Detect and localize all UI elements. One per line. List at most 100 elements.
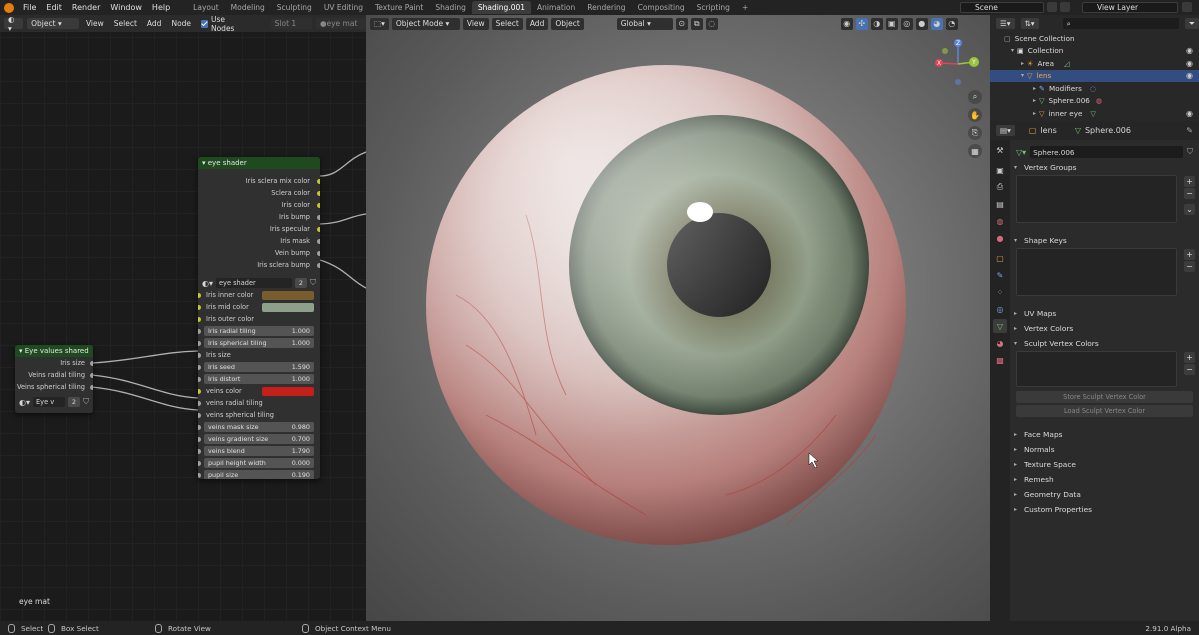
panel-normals[interactable]: ▸ Normals [1010, 442, 1199, 457]
panel-face-maps[interactable]: ▸ Face Maps [1010, 427, 1199, 442]
outliner-row-modifiers[interactable]: ▸ ✎ Modifiers ◌ [990, 82, 1199, 95]
number-field[interactable]: pupil height width 0.000 [204, 458, 314, 468]
solid-shading-icon[interactable]: ● [915, 17, 928, 30]
socket-icon[interactable] [90, 360, 93, 366]
socket-icon[interactable] [198, 424, 201, 430]
panel-remesh[interactable]: ▸ Remesh [1010, 472, 1199, 487]
xray-icon[interactable]: ▣ [885, 17, 898, 30]
material-tab-icon[interactable]: ◕ [993, 336, 1007, 350]
socket-icon[interactable] [198, 292, 201, 298]
number-field[interactable]: Iris seed 1.590 [204, 362, 314, 372]
socket-icon[interactable] [198, 412, 201, 418]
expand-icon[interactable]: ▸ [1030, 97, 1039, 104]
camera-view-icon[interactable]: ⎘ [968, 126, 982, 140]
socket-icon[interactable] [198, 400, 201, 406]
editor-type-button[interactable]: ⬚▾ [370, 17, 389, 30]
wireframe-shading-icon[interactable]: ◎ [900, 17, 913, 30]
number-field[interactable]: Iris spherical tiling 1.000 [204, 338, 314, 348]
socket-icon[interactable] [317, 226, 320, 232]
panel-texture-space[interactable]: ▸ Texture Space [1010, 457, 1199, 472]
socket-icon[interactable] [317, 190, 320, 196]
tab-scripting[interactable]: Scripting [691, 1, 736, 14]
rendered-shading-icon[interactable]: ◔ [945, 17, 958, 30]
gizmo-neg-z[interactable] [955, 79, 961, 85]
scene-tab-icon[interactable]: ◍ [993, 214, 1007, 228]
socket-icon[interactable] [317, 202, 320, 208]
store-sculpt-vertex-color-button[interactable]: Store Sculpt Vertex Color [1016, 391, 1193, 403]
panel-custom-properties[interactable]: ▸ Custom Properties [1010, 502, 1199, 517]
fake-user-icon[interactable]: ⛉ [310, 278, 316, 288]
visibility-icon[interactable]: ◉ [840, 17, 853, 30]
vp-view-menu[interactable]: View [462, 17, 489, 30]
remove-icon[interactable]: − [1184, 261, 1195, 272]
socket-icon[interactable] [317, 178, 320, 184]
number-field[interactable]: pupil size 0.190 [204, 470, 314, 479]
users-count-badge[interactable]: 2 [295, 278, 307, 288]
vp-add-menu[interactable]: Add [525, 17, 549, 30]
socket-icon[interactable] [198, 328, 201, 334]
texture-tab-icon[interactable]: ▩ [993, 353, 1007, 367]
node-tree-icon[interactable]: ◐▾ [19, 398, 30, 407]
socket-icon[interactable] [198, 436, 201, 442]
tab-animation[interactable]: Animation [531, 1, 581, 14]
socket-icon[interactable] [198, 448, 201, 454]
socket-icon[interactable] [90, 384, 93, 390]
eye-icon[interactable]: ◉ [1186, 59, 1193, 68]
gizmo-icon[interactable]: ✣ [855, 17, 868, 30]
sculpt-vertex-colors-list[interactable]: + − [1016, 351, 1195, 387]
output-tab-icon[interactable]: ⎙ [993, 180, 1007, 194]
view-layer-tab-icon[interactable]: ▤ [993, 197, 1007, 211]
physics-tab-icon[interactable]: ◎ [993, 302, 1007, 316]
new-scene-icon[interactable] [1047, 2, 1057, 12]
socket-icon[interactable] [317, 250, 320, 256]
node-group-name-field[interactable]: Eye v [33, 397, 65, 407]
outliner-display-mode[interactable]: ⇅▾ [1020, 18, 1039, 29]
add-icon[interactable]: + [1184, 352, 1195, 363]
tool-tab-icon[interactable]: ⚒ [993, 143, 1007, 157]
scene-selector[interactable]: Scene [960, 2, 1044, 13]
socket-icon[interactable] [317, 214, 320, 220]
eye-icon[interactable]: ◉ [1186, 46, 1193, 55]
new-view-layer-icon[interactable] [1182, 2, 1192, 12]
outliner-editor-type[interactable]: ☰▾ [996, 18, 1015, 29]
socket-icon[interactable] [198, 340, 201, 346]
eye-icon[interactable]: ◉ [1186, 71, 1193, 80]
number-field[interactable]: veins gradient size 0.700 [204, 434, 314, 444]
socket-icon[interactable] [198, 304, 201, 310]
tab-rendering[interactable]: Rendering [581, 1, 631, 14]
number-field[interactable]: veins mask size 0.980 [204, 422, 314, 432]
outliner-search-input[interactable]: ⌕ [1062, 18, 1179, 29]
outliner-row-inner-eye[interactable]: ▸ ▽ inner eye ▽ ◉ [990, 107, 1199, 120]
socket-icon[interactable] [198, 316, 201, 322]
mesh-data-icon[interactable]: ▽▾ [1016, 148, 1026, 157]
remove-icon[interactable]: − [1184, 364, 1195, 375]
gizmo-neg-y[interactable] [942, 48, 948, 54]
eye-icon[interactable]: ◉ [1186, 109, 1193, 118]
overlay-icon[interactable]: ◑ [870, 17, 883, 30]
mesh-data-tab-icon[interactable]: ▽ [993, 319, 1007, 333]
add-icon[interactable]: + [1184, 176, 1195, 187]
proportional-edit-icon[interactable]: ◌ [705, 17, 718, 30]
filter-icon[interactable]: ⏷ [1185, 18, 1199, 29]
mode-select[interactable]: Object Mode ▾ [391, 17, 460, 30]
panel-vertex-colors[interactable]: ▸ Vertex Colors [1010, 321, 1199, 336]
panel-sculpt-vertex-colors[interactable]: ▾ Sculpt Vertex Colors [1010, 336, 1199, 351]
perspective-grid-icon[interactable]: ▦ [968, 144, 982, 158]
delete-scene-icon[interactable] [1060, 2, 1070, 12]
color-swatch[interactable] [262, 386, 314, 396]
panel-vertex-groups[interactable]: ▾ Vertex Groups [1010, 160, 1199, 175]
outliner-row-collection[interactable]: ▾ ▣ Collection ◉ [990, 45, 1199, 58]
expand-icon[interactable]: ▸ [1030, 110, 1039, 117]
vertex-groups-list[interactable]: + − ⌄ [1016, 175, 1195, 223]
add-workspace-button[interactable]: + [736, 1, 754, 14]
node-group-name-field[interactable]: eye shader [216, 278, 292, 288]
panel-geometry-data[interactable]: ▸ Geometry Data [1010, 487, 1199, 502]
snap-icon[interactable]: ⧉ [690, 17, 703, 30]
users-count-badge[interactable]: 2 [68, 397, 80, 407]
socket-icon[interactable] [198, 472, 201, 478]
socket-icon[interactable] [198, 460, 201, 466]
outliner-row-scene-collection[interactable]: ▢ Scene Collection [990, 32, 1199, 45]
navigation-gizmo[interactable]: Z Y X [930, 36, 986, 92]
socket-icon[interactable] [317, 262, 320, 268]
expand-icon[interactable]: ▾ [1018, 72, 1027, 79]
